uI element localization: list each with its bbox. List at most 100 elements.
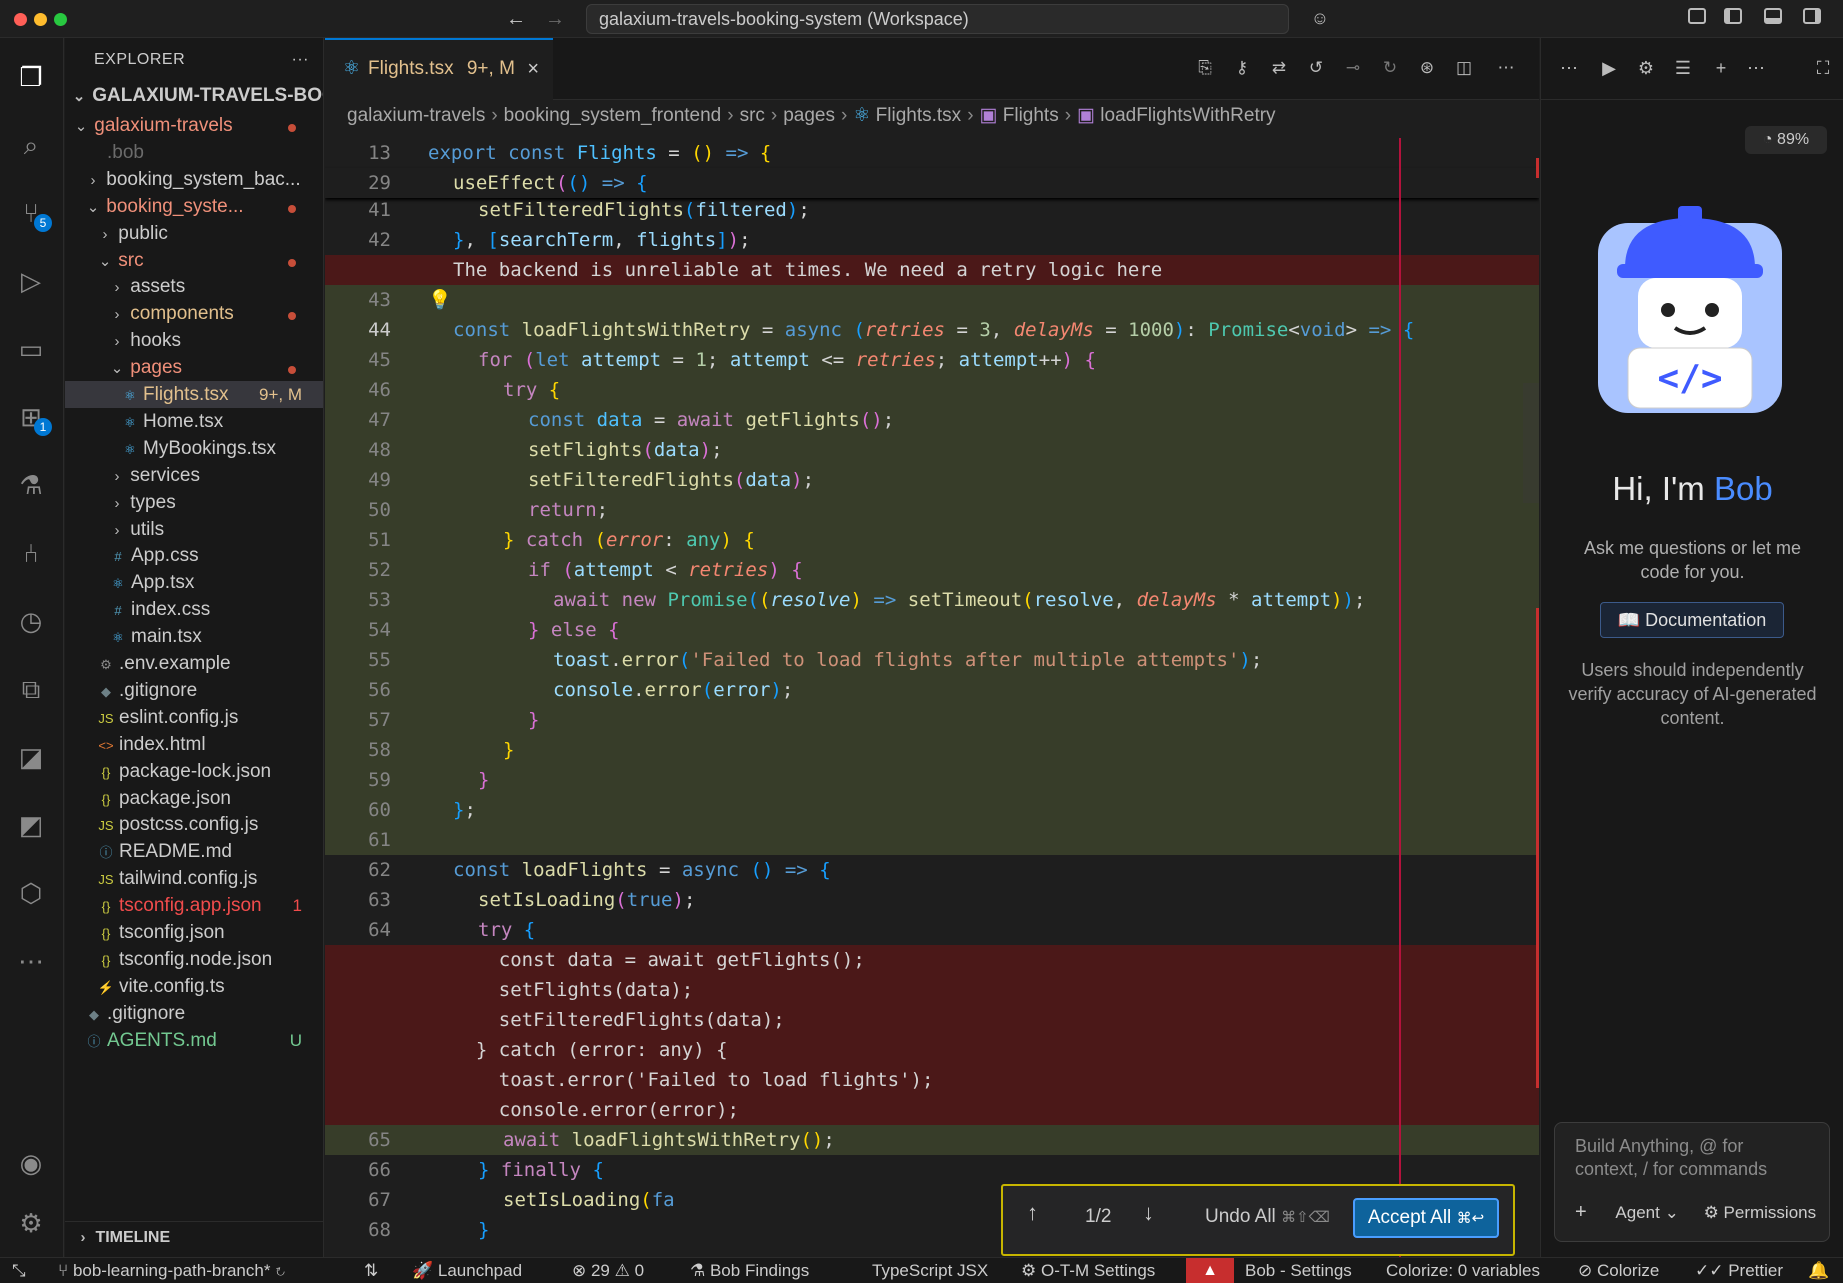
- terraform-icon[interactable]: ◪: [14, 740, 48, 774]
- customize-layout-icon[interactable]: [1686, 8, 1708, 28]
- file-item[interactable]: <> index.html: [65, 731, 323, 758]
- next-change-icon[interactable]: ↻: [1378, 58, 1402, 80]
- split-editor-icon[interactable]: ◫: [1452, 58, 1476, 80]
- file-item[interactable]: ◆ .gitignore: [65, 1000, 323, 1027]
- timeline-section[interactable]: › TIMELINE: [65, 1221, 323, 1252]
- maximize-panel-icon[interactable]: ⛶: [1811, 58, 1835, 80]
- file-item[interactable]: ⚡ vite.config.ts: [65, 973, 323, 1000]
- extensions-icon[interactable]: ⊞ 1: [14, 400, 52, 436]
- folder-item[interactable]: ⌄ galaxium-travels: [65, 112, 323, 139]
- file-item[interactable]: {} package.json: [65, 785, 323, 812]
- file-item[interactable]: JS tailwind.config.js: [65, 865, 323, 892]
- breadcrumb-item[interactable]: Flights: [1003, 105, 1059, 126]
- copilot-icon[interactable]: ☺: [1309, 8, 1331, 28]
- new-chat-icon[interactable]: +: [1709, 58, 1733, 80]
- folder-item[interactable]: › public: [65, 220, 323, 247]
- breadcrumb-item[interactable]: src: [740, 105, 765, 126]
- file-item[interactable]: ⚛ MyBookings.tsx: [65, 435, 323, 462]
- key-icon[interactable]: ⚷: [1230, 58, 1254, 80]
- file-item[interactable]: ⚙ .env.example: [65, 650, 323, 677]
- file-item[interactable]: ⚛ main.tsx: [65, 623, 323, 650]
- permissions-button[interactable]: ⚙ Permissions: [1704, 1203, 1817, 1222]
- accept-all-button[interactable]: Accept All ⌘↩: [1353, 1198, 1499, 1238]
- chat-input[interactable]: Build Anything, @ for context, / for com…: [1554, 1122, 1830, 1242]
- settings-gear-icon[interactable]: ⚙: [14, 1206, 48, 1240]
- colorize-button[interactable]: ⊘ Colorize: [1578, 1258, 1659, 1283]
- command-center-search[interactable]: galaxium-travels-booking-system (Workspa…: [586, 4, 1289, 34]
- previous-change-icon[interactable]: ↑: [1027, 1200, 1038, 1226]
- task-list-icon[interactable]: ☰: [1671, 58, 1695, 80]
- language-mode[interactable]: TypeScript JSX: [872, 1258, 988, 1283]
- file-item[interactable]: ⓘ AGENTS.md U: [65, 1027, 323, 1054]
- search-icon[interactable]: ⌕: [14, 128, 48, 162]
- folder-item[interactable]: › services: [65, 462, 323, 489]
- prettier-button[interactable]: ✓✓ Prettier: [1695, 1258, 1783, 1283]
- file-item[interactable]: {} package-lock.json: [65, 758, 323, 785]
- bob-actions-icon[interactable]: ⋯: [1744, 58, 1768, 80]
- file-item[interactable]: # index.css: [65, 596, 323, 623]
- git-commit-icon[interactable]: ⊸: [1341, 58, 1365, 80]
- otm-settings-button[interactable]: ⚙ O-T-M Settings: [1021, 1258, 1155, 1283]
- file-item[interactable]: {} tsconfig.node.json: [65, 946, 323, 973]
- add-context-icon[interactable]: +: [1575, 1201, 1587, 1223]
- toggle-panel-icon[interactable]: [1762, 8, 1784, 28]
- forward-arrow-icon[interactable]: →: [545, 8, 565, 31]
- file-item[interactable]: ⚛ Flights.tsx 9+, M: [65, 381, 323, 408]
- workspace-root[interactable]: ⌄ GALAXIUM-TRAVELS-BOO...: [65, 80, 323, 111]
- breadcrumb-item[interactable]: galaxium-travels: [347, 105, 485, 126]
- file-item[interactable]: {} tsconfig.app.json 1: [65, 892, 323, 919]
- source-control-icon[interactable]: ⑂ 5: [14, 196, 52, 232]
- bob-settings-button[interactable]: Bob - Settings: [1245, 1258, 1352, 1283]
- branch-indicator[interactable]: ⑂ bob-learning-path-branch* ↻: [58, 1258, 285, 1283]
- folder-item[interactable]: › booking_system_bac...: [65, 166, 323, 193]
- mode-selector[interactable]: Agent ⌄: [1615, 1203, 1678, 1222]
- close-window-button[interactable]: [14, 13, 27, 26]
- documentation-button[interactable]: 📖 Documentation: [1600, 602, 1784, 638]
- run-icon[interactable]: ▶: [1597, 58, 1621, 80]
- folder-item[interactable]: › assets: [65, 273, 323, 300]
- open-preview-icon[interactable]: ⎘: [1193, 58, 1217, 80]
- undo-all-button[interactable]: Undo All ⌘⇧⌫: [1205, 1206, 1330, 1228]
- launchpad-button[interactable]: 🚀 Launchpad: [412, 1258, 522, 1283]
- toggle-secondary-sidebar-icon[interactable]: [1801, 8, 1823, 28]
- remote-icon[interactable]: ⤡: [12, 1258, 26, 1283]
- breadcrumb-item[interactable]: loadFlightsWithRetry: [1100, 105, 1275, 126]
- file-item[interactable]: ⚛ App.tsx: [65, 569, 323, 596]
- file-item[interactable]: # App.css: [65, 542, 323, 569]
- editor-scrollbar[interactable]: [1523, 383, 1539, 503]
- editor-more-icon[interactable]: ⋯: [1494, 58, 1518, 80]
- account-icon[interactable]: ◉: [14, 1146, 48, 1180]
- gitlens-icon[interactable]: ⊛: [1415, 58, 1439, 80]
- breadcrumb-item[interactable]: Flights.tsx: [876, 105, 962, 126]
- folder-item[interactable]: › components: [65, 300, 323, 327]
- folder-item[interactable]: ⌄ src: [65, 247, 323, 274]
- minimize-window-button[interactable]: [34, 13, 47, 26]
- warning-icon[interactable]: ▲: [1186, 1258, 1234, 1283]
- notifications-bell-icon[interactable]: 🔔: [1808, 1258, 1829, 1283]
- breadcrumb-item[interactable]: booking_system_frontend: [504, 105, 722, 126]
- problems-indicator[interactable]: ⊗ 29 ⚠ 0: [572, 1258, 644, 1283]
- file-item[interactable]: .bob: [65, 139, 323, 166]
- lightbulb-icon[interactable]: 💡: [428, 285, 452, 315]
- file-item[interactable]: ⚛ Home.tsx: [65, 408, 323, 435]
- explorer-icon[interactable]: ❐: [14, 60, 48, 94]
- more-views-icon[interactable]: ⋯: [14, 944, 48, 978]
- compare-changes-icon[interactable]: ⇄: [1267, 58, 1291, 80]
- settings-icon[interactable]: ⚙: [1634, 58, 1658, 80]
- timeline-search-icon[interactable]: ◷: [14, 604, 48, 638]
- tab-flights-tsx[interactable]: ⚛ Flights.tsx 9+, M ×: [325, 38, 553, 100]
- sync-icon[interactable]: ⇅: [364, 1258, 378, 1283]
- folder-item[interactable]: › utils: [65, 516, 323, 543]
- file-item[interactable]: JS eslint.config.js: [65, 704, 323, 731]
- back-arrow-icon[interactable]: ←: [506, 8, 526, 31]
- file-item[interactable]: JS postcss.config.js: [65, 811, 323, 838]
- toggle-primary-sidebar-icon[interactable]: [1722, 8, 1744, 28]
- testing-icon[interactable]: ⚗: [14, 468, 48, 502]
- diagram-icon[interactable]: ⧉: [14, 672, 48, 706]
- folder-item[interactable]: › types: [65, 489, 323, 516]
- bob-findings-button[interactable]: ⚗ Bob Findings: [690, 1258, 809, 1283]
- revert-icon[interactable]: ↺: [1304, 58, 1328, 80]
- colorize-variables[interactable]: Colorize: 0 variables: [1386, 1258, 1540, 1283]
- remote-explorer-icon[interactable]: ▭: [14, 332, 48, 366]
- bob-icon[interactable]: ◩: [14, 808, 48, 842]
